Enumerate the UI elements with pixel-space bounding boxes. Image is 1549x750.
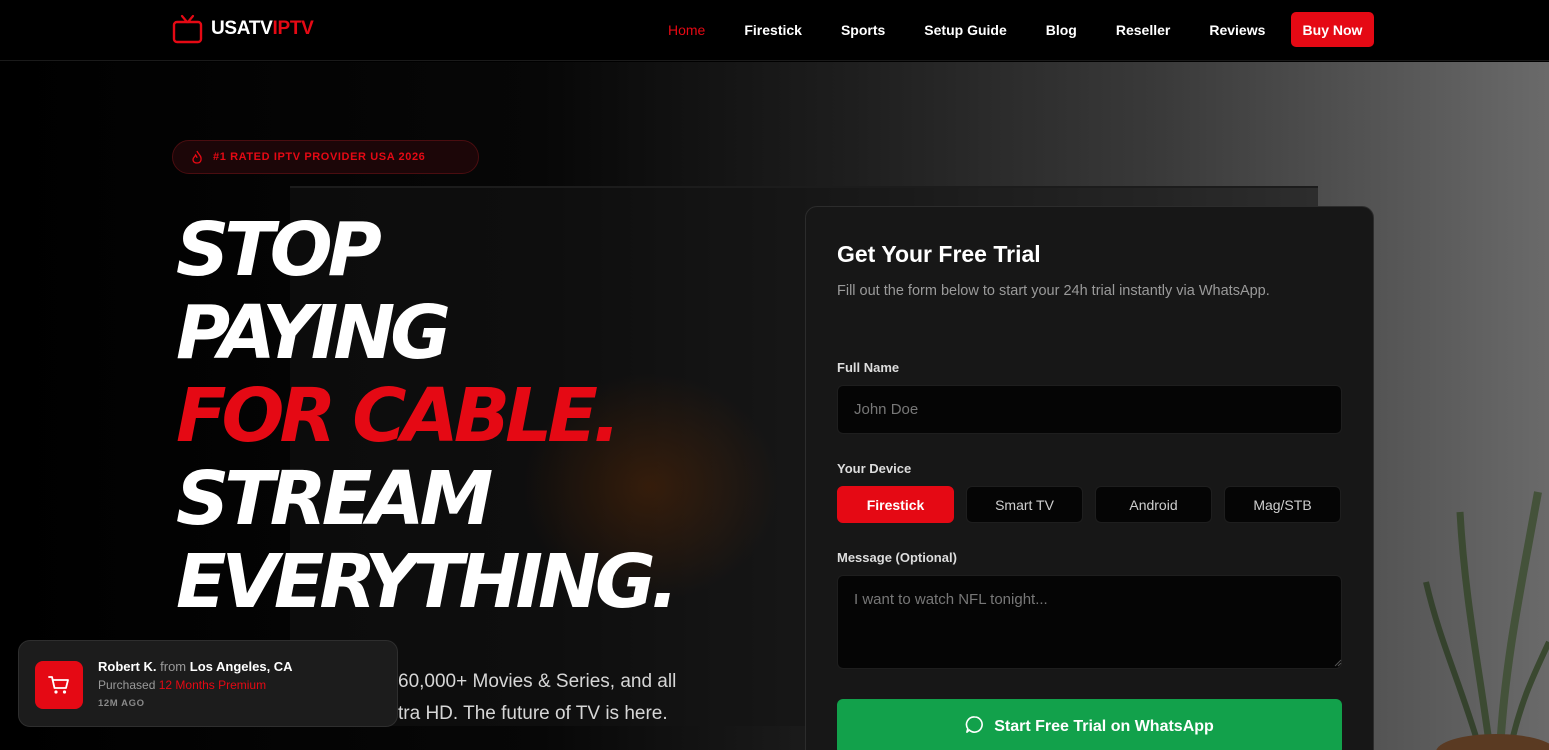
device-option-android[interactable]: Android — [1095, 486, 1212, 523]
device-option-firestick[interactable]: Firestick — [837, 486, 954, 523]
toast-buyer: Robert K. from Los Angeles, CA — [98, 659, 293, 674]
nav-links: Home Firestick Sports Setup Guide Blog R… — [668, 12, 1304, 48]
headline-line: STOP — [176, 207, 382, 293]
cart-icon — [35, 661, 83, 709]
headline-line-highlight: FOR CABLE. — [176, 373, 621, 459]
device-option-mag-stb[interactable]: Mag/STB — [1224, 486, 1341, 523]
flame-icon — [191, 150, 203, 164]
nav-link-firestick[interactable]: Firestick — [744, 22, 802, 38]
whatsapp-icon — [965, 715, 984, 739]
nav-link-setup-guide[interactable]: Setup Guide — [924, 22, 1006, 38]
nav-link-blog[interactable]: Blog — [1046, 22, 1077, 38]
hero-headline: STOP PAYING FOR CABLE. STREAM EVERYTHING… — [176, 207, 679, 625]
top-navigation: USATVIPTV Home Firestick Sports Setup Gu… — [0, 0, 1549, 61]
resize-grip-icon[interactable] — [1334, 659, 1342, 667]
tv-icon — [172, 14, 203, 44]
form-description: Fill out the form below to start your 24… — [837, 283, 1270, 299]
purchased-plan: 12 Months Premium — [158, 678, 267, 692]
nav-link-reseller[interactable]: Reseller — [1116, 22, 1170, 38]
whatsapp-button-label: Start Free Trial on WhatsApp — [994, 718, 1214, 735]
full-name-label: Full Name — [837, 360, 900, 375]
toast-purchase: Purchased 12 Months Premium — [98, 678, 266, 692]
full-name-input[interactable]: John Doe — [837, 385, 1342, 434]
start-whatsapp-trial-button[interactable]: Start Free Trial on WhatsApp — [837, 699, 1342, 750]
message-textarea[interactable]: I want to watch NFL tonight... — [837, 575, 1342, 669]
purchased-word: Purchased — [98, 678, 156, 692]
free-trial-form: Get Your Free Trial Fill out the form be… — [805, 206, 1374, 750]
nav-link-reviews[interactable]: Reviews — [1209, 22, 1265, 38]
buy-now-button[interactable]: Buy Now — [1291, 12, 1374, 47]
nav-link-sports[interactable]: Sports — [841, 22, 885, 38]
device-label: Your Device — [837, 461, 912, 476]
brand-logo[interactable]: USATVIPTV — [172, 14, 314, 44]
headline-line: STREAM — [176, 456, 493, 542]
rating-badge: #1 RATED IPTV PROVIDER USA 2026 — [172, 140, 479, 174]
plant-decoration-icon — [1423, 491, 1549, 750]
buyer-name: Robert K. — [98, 659, 157, 674]
form-title: Get Your Free Trial — [837, 241, 1041, 267]
nav-link-home[interactable]: Home — [668, 22, 705, 38]
from-word: from — [160, 659, 187, 674]
toast-timestamp: 12M AGO — [98, 698, 145, 709]
device-selector: Firestick Smart TV Android Mag/STB — [837, 486, 1341, 523]
headline-line: EVERYTHING. — [176, 539, 679, 625]
headline-line: PAYING — [176, 290, 451, 376]
badge-label: #1 RATED IPTV PROVIDER USA 2026 — [213, 151, 426, 163]
device-option-smart-tv[interactable]: Smart TV — [966, 486, 1083, 523]
buyer-location: Los Angeles, CA — [189, 659, 293, 674]
message-label: Message (Optional) — [837, 550, 957, 565]
purchase-notification[interactable]: Robert K. from Los Angeles, CA Purchased… — [18, 640, 398, 727]
brand-name: USATVIPTV — [211, 18, 314, 39]
